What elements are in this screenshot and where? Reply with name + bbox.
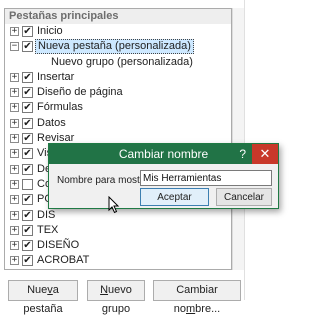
tree-row-label: Diseño de página bbox=[37, 86, 123, 99]
tab-checkbox[interactable]: ✔ bbox=[22, 209, 33, 221]
tree-row-label: Nuevo grupo (personalizada) bbox=[51, 55, 193, 68]
tab-checkbox[interactable]: ✔ bbox=[22, 240, 33, 252]
tab-checkbox[interactable]: ✔ bbox=[22, 71, 33, 83]
expand-icon[interactable]: + bbox=[10, 256, 19, 266]
tab-checkbox[interactable]: ✔ bbox=[22, 224, 33, 236]
tree-row-label: Insertar bbox=[37, 70, 75, 83]
new-group-label-accel: N bbox=[100, 284, 109, 296]
display-name-input[interactable] bbox=[140, 170, 272, 186]
expand-icon[interactable]: + bbox=[10, 164, 19, 174]
mouse-cursor-icon bbox=[108, 196, 120, 214]
new-group-button[interactable]: Nuevo grupo bbox=[87, 280, 145, 315]
expand-icon[interactable]: + bbox=[10, 118, 19, 128]
tree-row-label: TEX bbox=[37, 223, 59, 236]
tree-header: Pestañas principales bbox=[5, 9, 231, 24]
tab-checkbox[interactable]: ✔ bbox=[22, 163, 33, 175]
tree-row[interactable]: + ✔ Diseño de página bbox=[5, 85, 231, 100]
rename-label-accel: m bbox=[186, 303, 196, 315]
tree-row-label: ACROBAT bbox=[37, 254, 90, 267]
tree-row[interactable]: + ✔ Datos bbox=[5, 116, 231, 131]
tree-row-label: Fórmulas bbox=[37, 101, 83, 114]
expand-icon[interactable]: + bbox=[10, 27, 19, 36]
tab-checkbox[interactable]: ✔ bbox=[22, 133, 33, 145]
tree-row[interactable]: +✔POWERPIVOT bbox=[5, 269, 231, 270]
tab-checkbox[interactable]: ✔ bbox=[22, 148, 33, 160]
rename-dialog: Cambiar nombre ? ✕ Nombre para mostrar: … bbox=[48, 143, 279, 209]
tree-subrow[interactable]: Nuevo grupo (personalizada) bbox=[5, 55, 231, 70]
new-tab-button[interactable]: Nueva pestaña bbox=[8, 280, 78, 315]
tree-row[interactable]: + ✔ Inicio bbox=[5, 24, 231, 39]
tree-row-label: Nueva pestaña (personalizada) bbox=[35, 39, 194, 55]
tree-row[interactable]: + ✔ Insertar bbox=[5, 70, 231, 85]
customize-ribbon-tree: Pestañas principales + ✔ Inicio − ✔ Nueva pes… bbox=[4, 8, 232, 270]
close-icon[interactable]: ✕ bbox=[252, 144, 278, 164]
tab-checkbox[interactable]: ✔ bbox=[22, 41, 33, 53]
tree-row[interactable]: + ✔ ACROBAT bbox=[5, 253, 231, 268]
tree-row[interactable]: + ✔ DISEÑO bbox=[5, 238, 231, 253]
tree-row[interactable]: + ✔ Fórmulas bbox=[5, 100, 231, 115]
expand-icon[interactable]: + bbox=[10, 225, 19, 235]
new-tab-label-a: Nue bbox=[27, 284, 48, 296]
tab-checkbox[interactable]: ✔ bbox=[22, 255, 33, 267]
expand-icon[interactable]: + bbox=[10, 210, 19, 220]
tab-checkbox[interactable]: ✔ bbox=[22, 102, 33, 114]
cancel-button[interactable]: Cancelar bbox=[216, 188, 272, 206]
help-icon[interactable]: ? bbox=[239, 144, 246, 164]
tree-row-label: DISEÑO bbox=[37, 239, 80, 252]
tab-checkbox[interactable]: ✔ bbox=[22, 26, 33, 37]
dialog-title: Cambiar nombre bbox=[118, 147, 209, 161]
tree-scrollbar[interactable] bbox=[232, 8, 244, 270]
expand-icon[interactable]: + bbox=[10, 72, 19, 82]
tree-row-label: Inicio bbox=[37, 25, 63, 37]
expand-icon[interactable]: + bbox=[10, 88, 19, 98]
tree-row-label: DIS bbox=[37, 208, 56, 221]
tree-row-label: POWERPIVOT bbox=[37, 269, 112, 270]
expand-icon[interactable]: + bbox=[10, 134, 19, 144]
dialog-title-bar: Cambiar nombre ? ✕ bbox=[49, 144, 278, 164]
tab-checkbox[interactable]: ✔ bbox=[22, 87, 33, 99]
expand-icon[interactable]: + bbox=[10, 241, 19, 251]
tab-checkbox[interactable]: ✔ bbox=[22, 117, 33, 129]
expand-icon[interactable]: + bbox=[10, 179, 19, 189]
tab-checkbox[interactable]: ✔ bbox=[22, 194, 33, 206]
expand-icon[interactable]: + bbox=[10, 149, 19, 159]
rename-label-b: bre... bbox=[195, 303, 221, 315]
tab-checkbox[interactable] bbox=[22, 178, 33, 190]
tree-row[interactable]: − ✔ Nueva pestaña (personalizada) bbox=[5, 39, 231, 55]
expand-icon[interactable]: + bbox=[10, 195, 19, 205]
expand-icon[interactable]: + bbox=[10, 103, 19, 113]
tree-row-label: Datos bbox=[37, 116, 66, 129]
tree-row[interactable]: + ✔ TEX bbox=[5, 223, 231, 238]
collapse-icon[interactable]: − bbox=[10, 42, 19, 52]
rename-button[interactable]: Cambiar nombre... bbox=[153, 280, 241, 315]
accept-button[interactable]: Aceptar bbox=[140, 188, 209, 206]
